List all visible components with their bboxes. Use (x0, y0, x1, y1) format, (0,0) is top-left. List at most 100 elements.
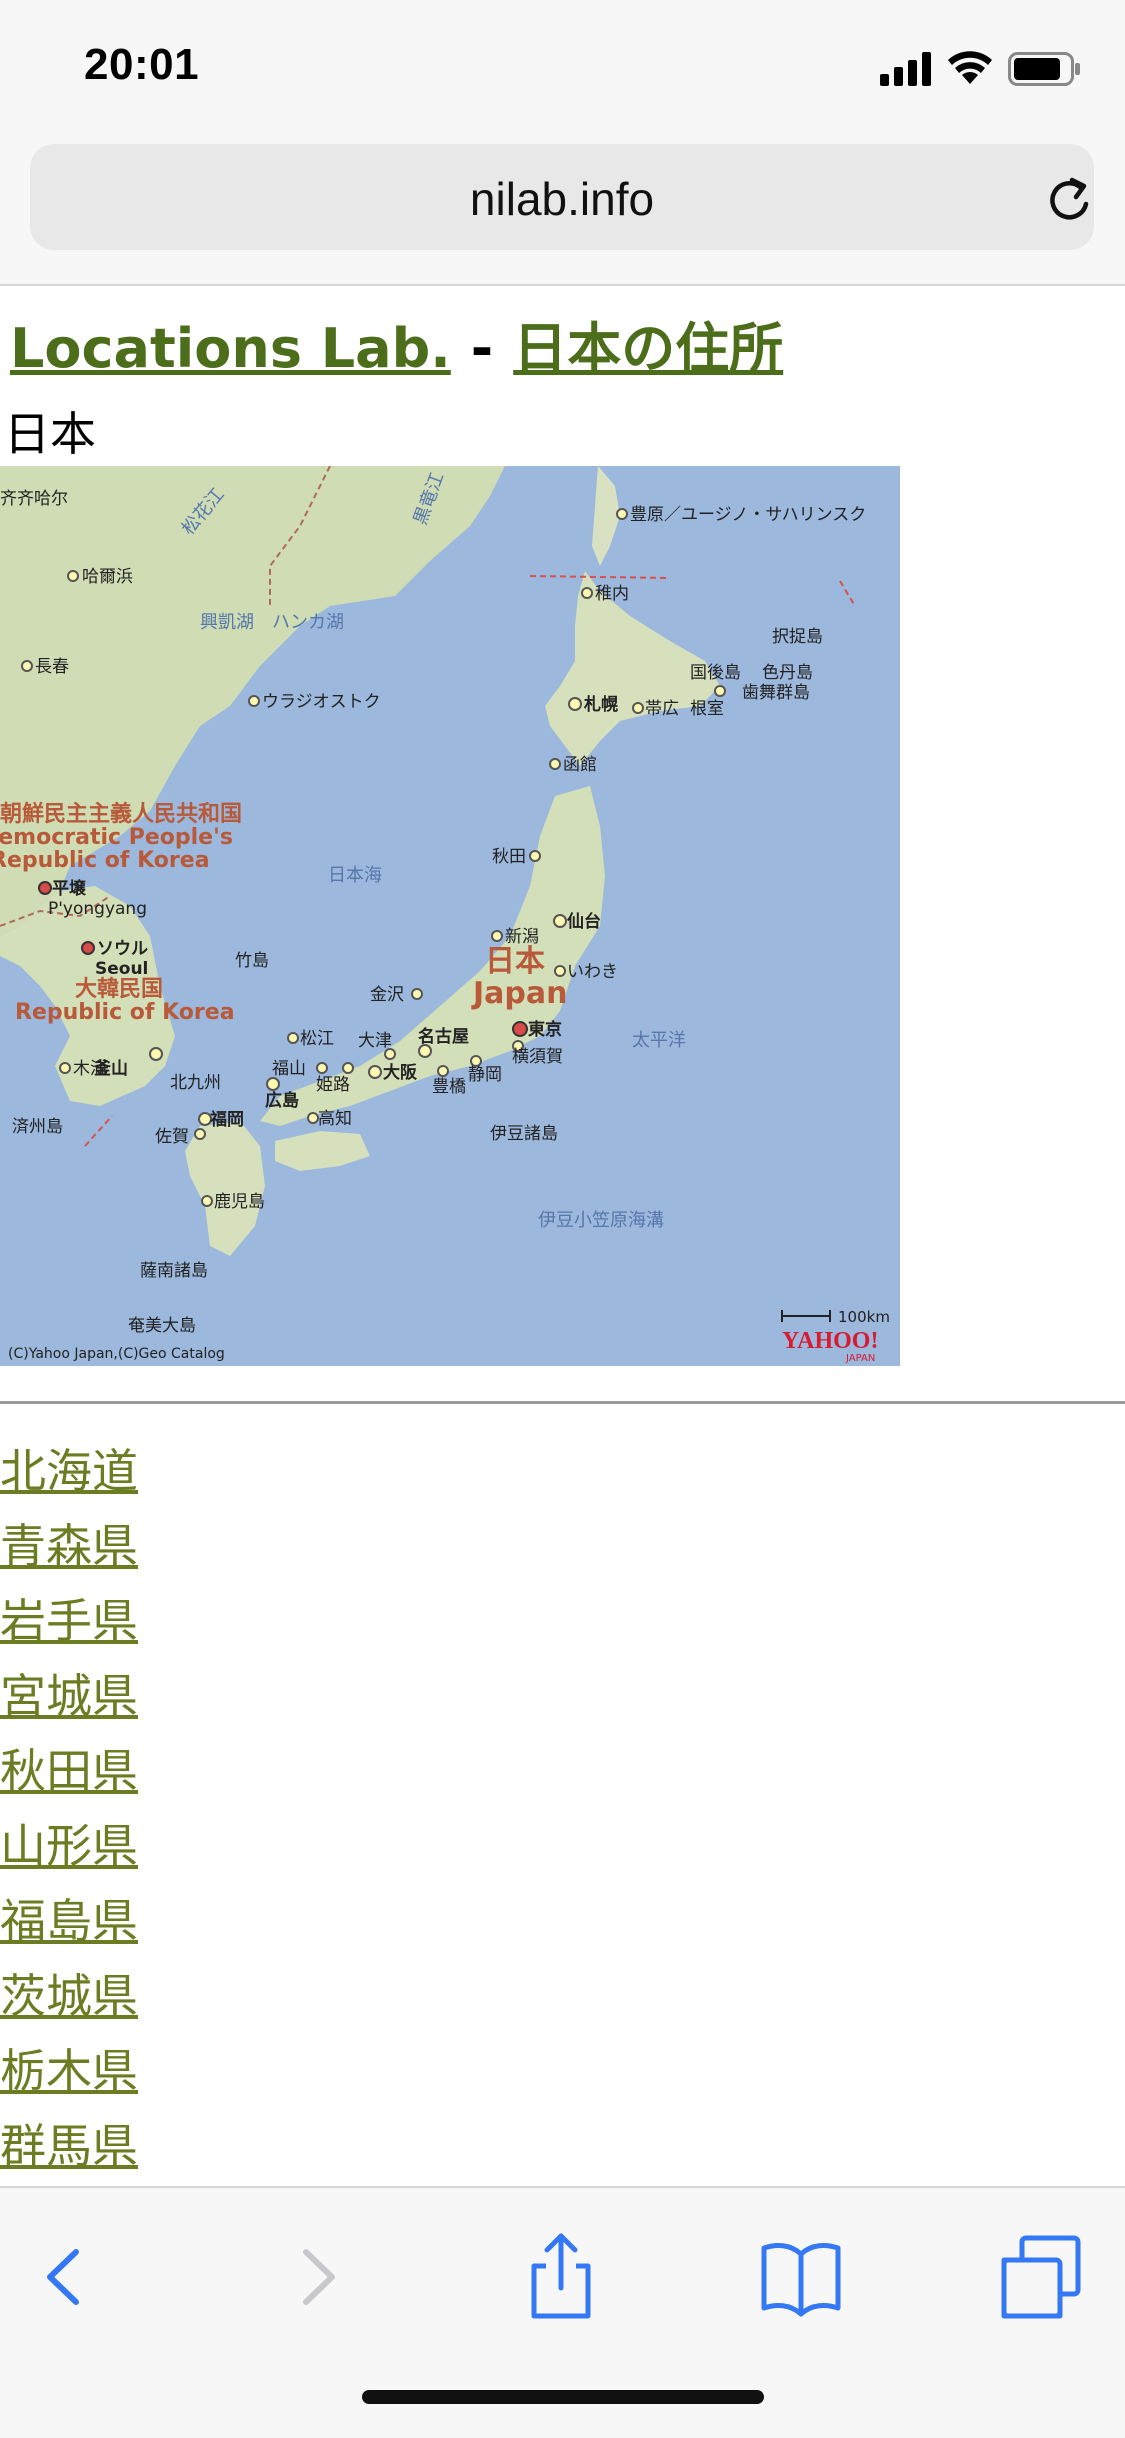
prefecture-link-fukushima[interactable]: 福島県 (0, 1894, 138, 1948)
japan-map-image: 齐齐哈尔 哈爾浜 長春 ウラジオストク 豊原／ユージノ・サハリンスク 稚内 札幌… (0, 466, 900, 1366)
battery-icon (1008, 52, 1080, 86)
prefecture-link-hokkaido[interactable]: 北海道 (0, 1444, 138, 1498)
map-label: 大津 (358, 1031, 392, 1051)
map-label: P'yongyang (48, 899, 147, 919)
list-item: 北海道 (0, 1434, 138, 1509)
map-label: 齐齐哈尔 (0, 489, 68, 509)
list-item: 山形県 (0, 1809, 138, 1884)
map-label: Japan (471, 976, 567, 1011)
book-icon[interactable] (756, 2232, 846, 2322)
map-label: 色丹島 (762, 663, 813, 683)
tabs-icon[interactable] (996, 2232, 1086, 2322)
map-label: 金沢 (370, 985, 404, 1005)
map-label: 北九州 (170, 1073, 221, 1093)
map-label: 伊豆小笠原海溝 (538, 1210, 664, 1231)
prefecture-link-akita[interactable]: 秋田県 (0, 1744, 138, 1798)
browser-address-area: nilab.info (0, 140, 1125, 286)
map-label: 横須賀 (512, 1047, 563, 1067)
status-time: 20:01 (84, 40, 200, 89)
address-bar[interactable]: nilab.info (30, 144, 1094, 250)
map-label: Republic of Korea (15, 1000, 235, 1025)
map-label: 名古屋 (418, 1026, 469, 1047)
map-label: 平壌 (52, 878, 87, 899)
map-label: ハンカ湖 (272, 612, 344, 633)
map-label: 根室 (690, 699, 724, 719)
map-label: 大韓民国 (75, 976, 163, 1002)
map-label: 函館 (563, 755, 597, 775)
list-item: 岩手県 (0, 1584, 138, 1659)
prefecture-link-iwate[interactable]: 岩手県 (0, 1594, 138, 1648)
yahoo-logo-sub: JAPAN (845, 1353, 875, 1364)
section-title-link[interactable]: 日本の住所 (513, 317, 783, 380)
map-label: 択捉島 (772, 627, 823, 647)
prefecture-link-miyagi[interactable]: 宮城県 (0, 1669, 138, 1723)
share-icon[interactable] (516, 2232, 606, 2322)
map-label: 朝鮮民主主義人民共和国 (0, 801, 242, 827)
map-label: 太平洋 (632, 1030, 686, 1051)
map-label: 伊豆諸島 (490, 1124, 558, 1144)
map-label: 高知 (318, 1109, 352, 1129)
map-label: ウラジオストク (262, 692, 381, 712)
map-label: 福山 (272, 1059, 306, 1079)
prefecture-link-aomori[interactable]: 青森県 (0, 1519, 138, 1573)
map-label: 仙台 (567, 911, 601, 932)
map-label: 済州島 (12, 1117, 63, 1137)
map-label: 木浦 (73, 1059, 107, 1079)
map-label: 興凱湖 (200, 612, 254, 633)
map-label: Democratic People's (0, 825, 233, 850)
map-label: 東京 (528, 1019, 562, 1040)
map-label: Republic of Korea (0, 848, 210, 873)
map-label: ソウル (97, 939, 148, 959)
prefecture-link-tochigi[interactable]: 栃木県 (0, 2044, 138, 2098)
chevron-left-icon[interactable] (20, 2232, 110, 2322)
heading-separator: - (470, 317, 494, 380)
list-item: 秋田県 (0, 1734, 138, 1809)
home-indicator[interactable] (362, 2390, 764, 2404)
map-label: 秋田 (492, 847, 526, 867)
map-copyright: (C)Yahoo Japan,(C)Geo Catalog (8, 1346, 225, 1362)
map-label: 姫路 (316, 1075, 350, 1095)
map-label: 松江 (300, 1029, 334, 1049)
content-divider (0, 1401, 1125, 1404)
map-label: 静岡 (468, 1065, 502, 1085)
prefecture-list: 北海道 青森県 岩手県 宮城県 秋田県 山形県 福島県 茨城県 栃木県 群馬県 (0, 1434, 138, 2184)
chevron-right-icon[interactable] (272, 2232, 362, 2322)
map-label: 札幌 (583, 694, 618, 715)
address-bar-url[interactable]: nilab.info (30, 172, 1094, 226)
map-label: 鹿児島 (214, 1192, 265, 1212)
map-label: 日本 (485, 944, 545, 979)
wifi-icon (948, 51, 992, 84)
reload-icon[interactable] (1046, 174, 1096, 226)
map-scale-label: 100km (838, 1308, 890, 1326)
list-item: 栃木県 (0, 2034, 138, 2109)
country-label: 日本 (4, 407, 96, 461)
map-label: 稚内 (595, 584, 629, 604)
map-label: 豊橋 (432, 1077, 466, 1097)
map-label: Seoul (95, 959, 148, 979)
list-item: 宮城県 (0, 1659, 138, 1734)
status-bar: 20:01 (0, 0, 1125, 140)
map-label: 日本海 (328, 865, 382, 886)
map-label: 豊原／ユージノ・サハリンスク (630, 505, 866, 525)
list-item: 茨城県 (0, 1959, 138, 2034)
map-label: 奄美大島 (128, 1316, 196, 1336)
map-label: 福岡 (209, 1109, 244, 1130)
map-label: 竹島 (235, 951, 269, 971)
list-item: 青森県 (0, 1509, 138, 1584)
map-label: 薩南諸島 (140, 1261, 208, 1281)
prefecture-link-gunma[interactable]: 群馬県 (0, 2119, 138, 2173)
map-label: 佐賀 (155, 1127, 189, 1147)
map-label: 長春 (35, 657, 69, 677)
site-title-link[interactable]: Locations Lab. (10, 317, 451, 380)
prefecture-link-ibaraki[interactable]: 茨城県 (0, 1969, 138, 2023)
map-label: 帯広 (645, 699, 679, 719)
list-item: 群馬県 (0, 2109, 138, 2184)
page-heading: Locations Lab. - 日本の住所 (10, 304, 783, 383)
cellular-signal-icon (880, 52, 931, 86)
list-item: 福島県 (0, 1884, 138, 1959)
map-label: 大阪 (383, 1062, 417, 1083)
web-content: Locations Lab. - 日本の住所 日本 齐齐哈尔 哈爾浜 長春 ウラ… (0, 286, 1125, 2186)
prefecture-link-yamagata[interactable]: 山形県 (0, 1819, 138, 1873)
map-label: 国後島 (690, 663, 741, 683)
map-label: 広島 (265, 1090, 299, 1111)
